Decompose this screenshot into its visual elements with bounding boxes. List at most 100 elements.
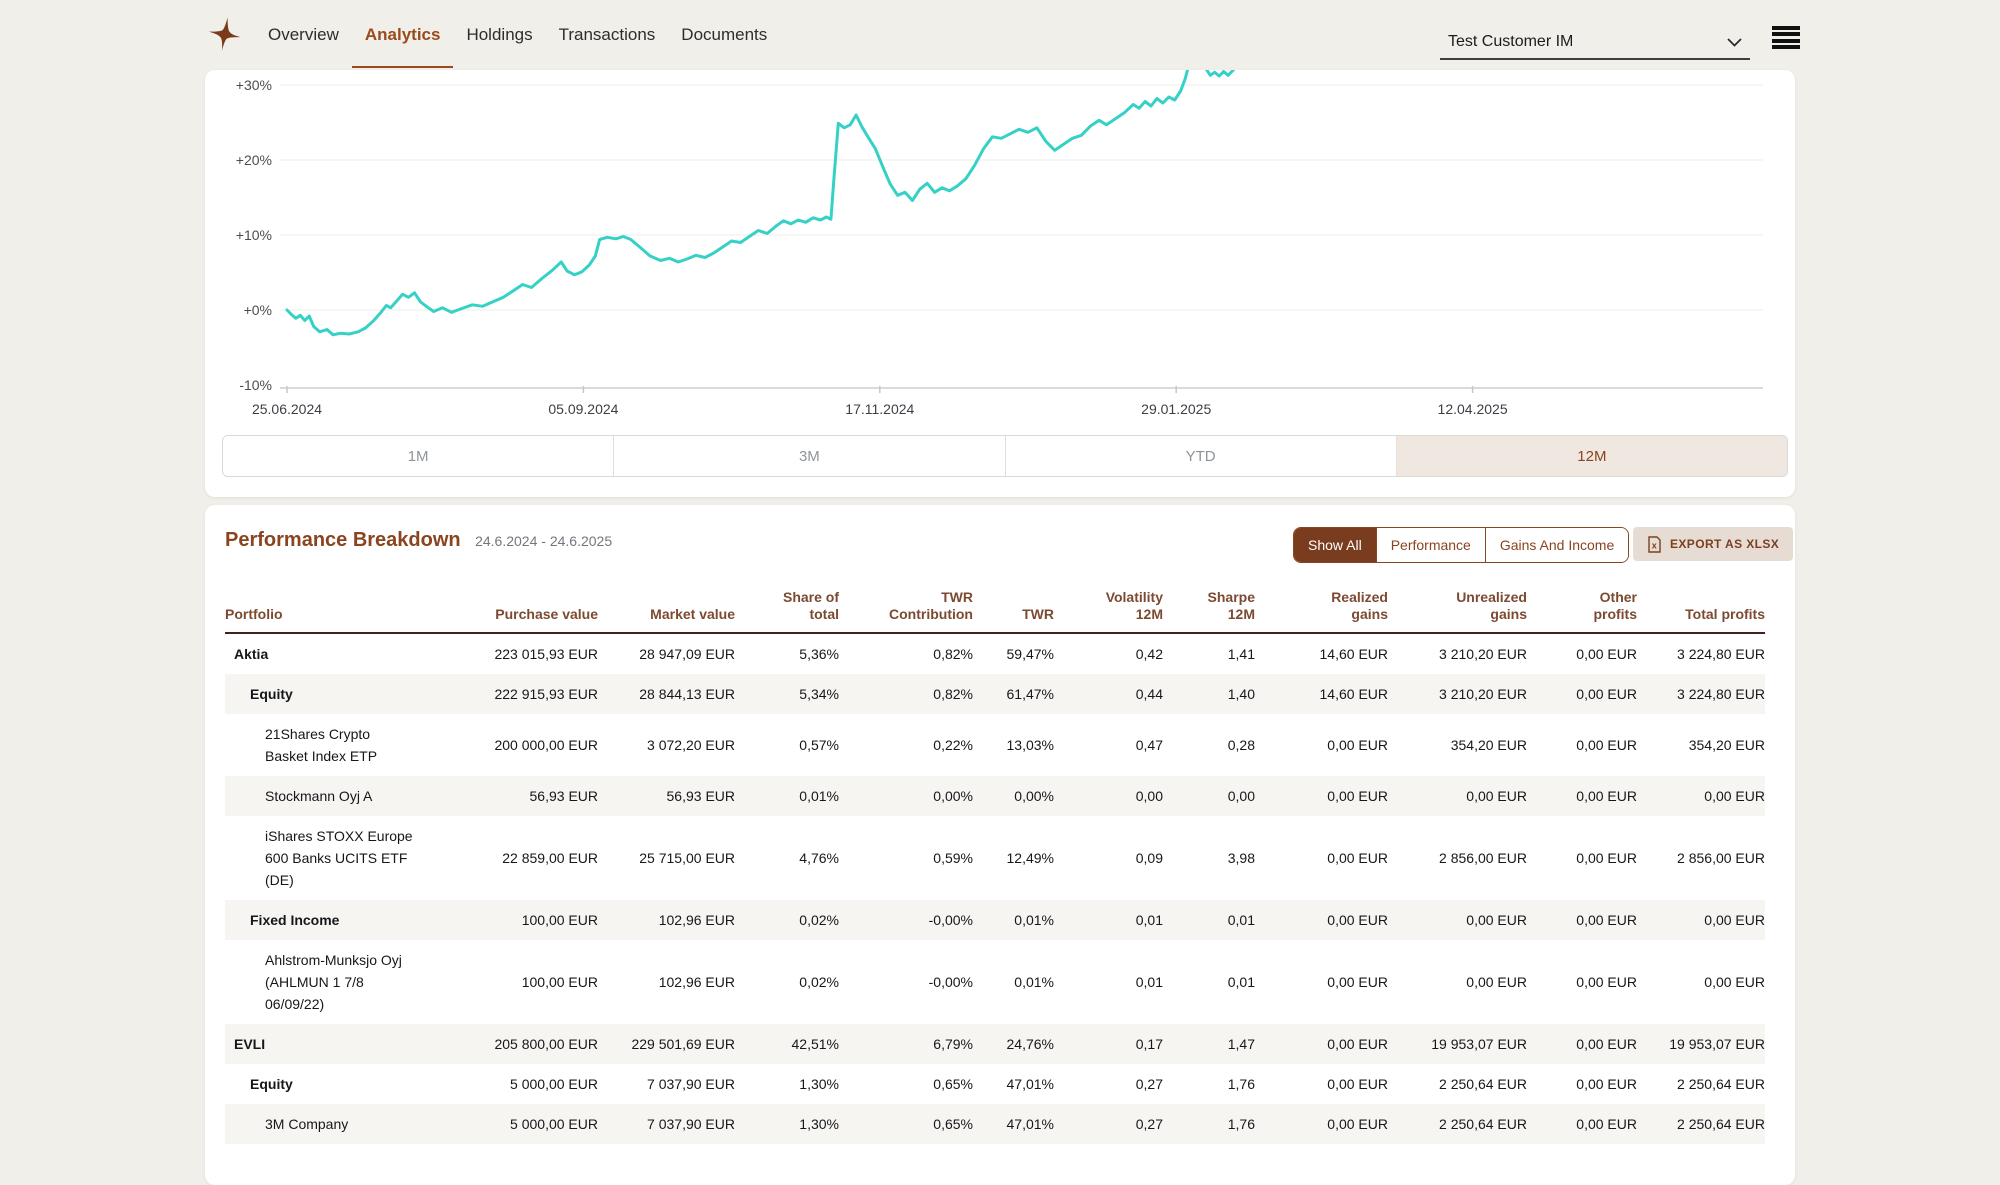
- range-button-1m[interactable]: 1M: [223, 436, 613, 476]
- value-cell: 2 250,64 EUR: [1388, 1067, 1527, 1101]
- nav-tab-holdings[interactable]: Holdings: [453, 2, 545, 68]
- export-xlsx-button[interactable]: x EXPORT AS XLSX: [1633, 527, 1793, 561]
- value-cell: 0,00: [1054, 779, 1163, 813]
- value-cell: 0,01: [1054, 903, 1163, 937]
- column-header: TWR Contribution: [839, 583, 973, 632]
- column-header: Market value: [598, 600, 735, 632]
- table-header-row: PortfolioPurchase valueMarket valueShare…: [225, 583, 1765, 634]
- x-axis-label: 25.06.2024: [252, 401, 322, 417]
- value-cell: 0,27: [1054, 1067, 1163, 1101]
- value-cell: 223 015,93 EUR: [418, 637, 598, 671]
- column-header: Unrealized gains: [1388, 583, 1527, 632]
- value-cell: 0,27: [1054, 1107, 1163, 1141]
- value-cell: 1,30%: [735, 1067, 839, 1101]
- value-cell: 0,65%: [839, 1107, 973, 1141]
- value-cell: 0,17: [1054, 1027, 1163, 1061]
- portfolio-name: Stockmann Oyj A: [225, 776, 418, 816]
- value-cell: 0,02%: [735, 903, 839, 937]
- value-cell: 0,01: [1163, 903, 1255, 937]
- value-cell: 56,93 EUR: [418, 779, 598, 813]
- value-cell: 354,20 EUR: [1388, 728, 1527, 762]
- nav-tab-documents[interactable]: Documents: [668, 2, 780, 68]
- value-cell: 0,59%: [839, 841, 973, 875]
- value-cell: 3 072,20 EUR: [598, 728, 735, 762]
- breakdown-title: Performance Breakdown: [225, 529, 461, 551]
- value-cell: 47,01%: [973, 1107, 1054, 1141]
- portfolio-name: 21Shares Crypto Basket Index ETP: [225, 714, 418, 776]
- value-cell: 19 953,07 EUR: [1637, 1027, 1765, 1061]
- nav-tab-analytics[interactable]: Analytics: [352, 2, 454, 68]
- portfolio-name: Equity: [225, 1064, 418, 1104]
- column-header: Other profits: [1527, 583, 1637, 632]
- table-row[interactable]: Aktia223 015,93 EUR28 947,09 EUR5,36%0,8…: [225, 634, 1765, 674]
- table-row[interactable]: Ahlstrom-Munksjo Oyj (AHLMUN 1 7/8 06/09…: [225, 940, 1765, 1024]
- portfolio-name: Equity: [225, 674, 418, 714]
- value-cell: 7 037,90 EUR: [598, 1107, 735, 1141]
- value-cell: 3 224,80 EUR: [1637, 677, 1765, 711]
- column-header: Sharpe 12M: [1163, 583, 1255, 632]
- table-row[interactable]: Equity222 915,93 EUR28 844,13 EUR5,34%0,…: [225, 674, 1765, 714]
- value-cell: 5,34%: [735, 677, 839, 711]
- value-cell: 0,47: [1054, 728, 1163, 762]
- chevron-down-icon: [1727, 38, 1742, 47]
- value-cell: 0,00 EUR: [1527, 1107, 1637, 1141]
- value-cell: -0,00%: [839, 903, 973, 937]
- value-cell: 13,03%: [973, 728, 1054, 762]
- column-header: Portfolio: [225, 600, 418, 632]
- range-button-ytd[interactable]: YTD: [1005, 436, 1396, 476]
- value-cell: 0,02%: [735, 965, 839, 999]
- value-cell: 0,82%: [839, 637, 973, 671]
- column-header: Share of total: [735, 583, 839, 632]
- column-header: Purchase value: [418, 600, 598, 632]
- table-row[interactable]: Equity5 000,00 EUR7 037,90 EUR1,30%0,65%…: [225, 1064, 1765, 1104]
- sparkle-logo-icon: [207, 16, 243, 52]
- table-row[interactable]: 3M Company5 000,00 EUR7 037,90 EUR1,30%0…: [225, 1104, 1765, 1144]
- filter-button-gains-and-income[interactable]: Gains And Income: [1485, 528, 1628, 562]
- value-cell: 2 250,64 EUR: [1637, 1067, 1765, 1101]
- portfolio-name: Aktia: [225, 634, 418, 674]
- value-cell: 0,82%: [839, 677, 973, 711]
- table-row[interactable]: Fixed Income100,00 EUR102,96 EUR0,02%-0,…: [225, 900, 1765, 940]
- value-cell: 102,96 EUR: [598, 903, 735, 937]
- value-cell: 1,40: [1163, 677, 1255, 711]
- top-nav: OverviewAnalyticsHoldingsTransactionsDoc…: [0, 0, 2000, 70]
- xlsx-file-icon: x: [1647, 536, 1662, 553]
- value-cell: 0,00 EUR: [1527, 1027, 1637, 1061]
- table-row[interactable]: EVLI205 800,00 EUR229 501,69 EUR42,51%6,…: [225, 1024, 1765, 1064]
- value-cell: 28 844,13 EUR: [598, 677, 735, 711]
- value-cell: 0,00 EUR: [1255, 841, 1388, 875]
- filter-button-show-all[interactable]: Show All: [1294, 528, 1376, 562]
- value-cell: 0,00 EUR: [1527, 728, 1637, 762]
- nav-tab-transactions[interactable]: Transactions: [546, 2, 669, 68]
- value-cell: 0,00 EUR: [1637, 965, 1765, 999]
- filter-button-performance[interactable]: Performance: [1376, 528, 1485, 562]
- nav-tabs: OverviewAnalyticsHoldingsTransactionsDoc…: [255, 0, 780, 70]
- value-cell: 102,96 EUR: [598, 965, 735, 999]
- value-cell: 5 000,00 EUR: [418, 1107, 598, 1141]
- value-cell: 0,00 EUR: [1388, 779, 1527, 813]
- value-cell: 59,47%: [973, 637, 1054, 671]
- value-cell: 0,00 EUR: [1255, 1027, 1388, 1061]
- column-header: Realized gains: [1255, 583, 1388, 632]
- table-row[interactable]: iShares STOXX Europe 600 Banks UCITS ETF…: [225, 816, 1765, 900]
- breakdown-table: PortfolioPurchase valueMarket valueShare…: [205, 569, 1795, 1144]
- customer-select[interactable]: Test Customer IM: [1440, 26, 1750, 60]
- value-cell: 5,36%: [735, 637, 839, 671]
- range-button-12m[interactable]: 12M: [1396, 436, 1787, 476]
- value-cell: 0,00 EUR: [1527, 637, 1637, 671]
- table-row[interactable]: Stockmann Oyj A56,93 EUR56,93 EUR0,01%0,…: [225, 776, 1765, 816]
- range-button-3m[interactable]: 3M: [613, 436, 1004, 476]
- value-cell: 0,00 EUR: [1527, 779, 1637, 813]
- y-axis-label: +30%: [236, 77, 272, 93]
- value-cell: 4,76%: [735, 841, 839, 875]
- value-cell: 0,01%: [735, 779, 839, 813]
- hamburger-menu-icon[interactable]: [1772, 26, 1800, 49]
- value-cell: 24,76%: [973, 1027, 1054, 1061]
- nav-tab-overview[interactable]: Overview: [255, 2, 352, 68]
- value-cell: 222 915,93 EUR: [418, 677, 598, 711]
- y-axis-label: -10%: [239, 377, 272, 393]
- table-row[interactable]: 21Shares Crypto Basket Index ETP200 000,…: [225, 714, 1765, 776]
- portfolio-name: EVLI: [225, 1024, 418, 1064]
- value-cell: 3 210,20 EUR: [1388, 677, 1527, 711]
- y-axis-label: +20%: [236, 152, 272, 168]
